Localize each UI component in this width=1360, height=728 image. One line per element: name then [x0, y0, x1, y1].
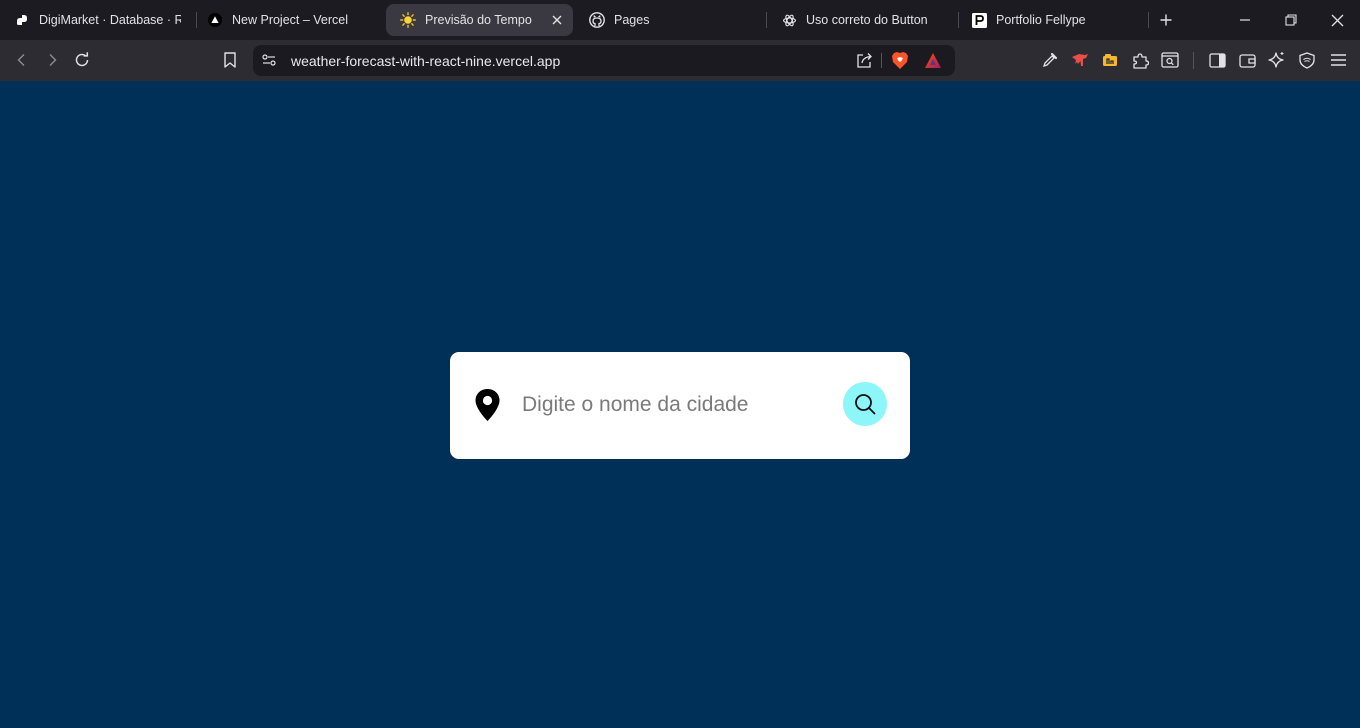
tab-strip: DigiMarket · Database · Re New Project –… [0, 0, 1360, 40]
search-button[interactable] [843, 382, 887, 426]
tab-digimarket[interactable]: DigiMarket · Database · Re [0, 4, 194, 36]
tab-pages[interactable]: Pages [575, 4, 765, 36]
red-bird-icon [1072, 54, 1088, 66]
tab-title: Pages [614, 13, 650, 27]
forward-arrow-icon [49, 54, 57, 66]
tab-new-project[interactable]: New Project – Vercel [193, 4, 383, 36]
urlbar-divider [881, 53, 882, 68]
puzzle-icon [1132, 52, 1149, 69]
shield-icon [1299, 51, 1315, 69]
plus-icon [1160, 14, 1172, 26]
sun-icon [400, 12, 416, 28]
bookmark-icon [224, 52, 236, 68]
eyedropper-extension-button[interactable] [1038, 48, 1062, 72]
minimize-button[interactable] [1222, 0, 1268, 40]
url-text[interactable]: weather-forecast-with-react-nine.vercel.… [291, 53, 560, 69]
new-tab-button[interactable] [1156, 10, 1176, 30]
address-bar[interactable]: weather-forecast-with-react-nine.vercel.… [253, 45, 955, 76]
browser-toolbar: weather-forecast-with-react-nine.vercel.… [0, 40, 1360, 81]
back-arrow-icon [17, 54, 25, 66]
site-settings-icon[interactable] [261, 52, 277, 73]
bookmark-button[interactable] [218, 48, 242, 72]
tab-title: Portfolio Fellype [996, 13, 1086, 27]
vpn-button[interactable] [1295, 48, 1319, 72]
vercel-icon [207, 12, 223, 28]
minimize-icon [1240, 19, 1250, 21]
yellow-extension-button[interactable] [1098, 48, 1122, 72]
github-icon [589, 12, 605, 28]
tab-title: DigiMarket · Database · Re [39, 13, 181, 27]
tab-title: Uso correto do Button [806, 13, 928, 27]
close-icon [1331, 14, 1343, 26]
tab-title: Previsão do Tempo [425, 13, 532, 27]
close-tab-icon[interactable] [549, 12, 565, 28]
wallet-icon [1238, 53, 1256, 68]
reload-icon [75, 52, 89, 67]
folder-badge-icon [1103, 54, 1117, 66]
restore-button[interactable] [1268, 0, 1314, 40]
extensions-button[interactable] [1128, 48, 1152, 72]
sidebar-icon [1208, 52, 1226, 68]
reader-search-button[interactable] [1158, 48, 1182, 72]
back-button[interactable] [10, 48, 34, 72]
tab-title: New Project – Vercel [232, 13, 349, 27]
supabase-icon [14, 12, 30, 28]
search-icon [855, 394, 876, 415]
toolbar-divider [1193, 52, 1194, 69]
tab-previsao-do-tempo[interactable]: Previsão do Tempo [386, 4, 573, 36]
tab-separator [1148, 12, 1149, 28]
close-window-button[interactable] [1314, 0, 1360, 40]
reload-button[interactable] [70, 48, 94, 72]
window-search-icon [1161, 52, 1179, 68]
openai-icon [781, 12, 797, 28]
menu-button[interactable] [1326, 48, 1350, 72]
brave-shields-icon[interactable] [891, 51, 909, 75]
leo-ai-button[interactable] [1265, 48, 1289, 72]
share-icon[interactable] [856, 52, 873, 74]
brave-rewards-icon[interactable] [924, 52, 942, 74]
forward-button[interactable] [40, 48, 64, 72]
p-letter-icon [971, 12, 987, 28]
restore-icon [1285, 14, 1297, 26]
tab-uso-correto[interactable]: Uso correto do Button [767, 4, 957, 36]
hamburger-icon [1330, 54, 1346, 66]
city-search-input[interactable] [522, 390, 832, 420]
sidebar-toggle-button[interactable] [1205, 48, 1229, 72]
sparkle-icon [1268, 52, 1284, 68]
eyedropper-icon [1042, 52, 1058, 68]
wallet-button[interactable] [1235, 48, 1259, 72]
red-extension-button[interactable] [1068, 48, 1092, 72]
location-pin-icon [474, 388, 501, 422]
tab-portfolio[interactable]: Portfolio Fellype [957, 4, 1147, 36]
